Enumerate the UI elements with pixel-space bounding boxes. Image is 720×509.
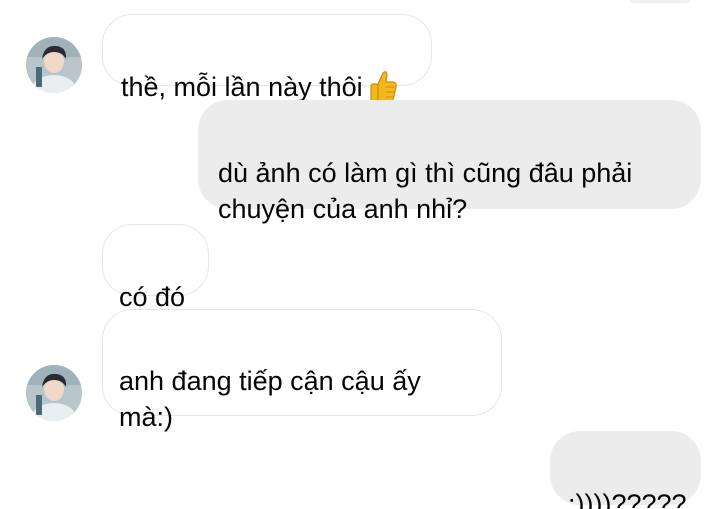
message-bubble-incoming[interactable]: anh đang tiếp cận cậu ấy mà:) (102, 309, 502, 432)
contact-avatar[interactable] (26, 37, 82, 93)
message-text: thề, mỗi lần này thôi (121, 72, 363, 102)
previous-message-edge (630, 0, 690, 3)
message-text: có đó (119, 282, 186, 312)
message-text: dù ảnh có làm gì thì cũng đâu phải chuyệ… (218, 158, 633, 224)
message-bubble-incoming[interactable]: thề, mỗi lần này thôi (102, 14, 432, 104)
message-bubble-outgoing[interactable]: :))))????? (550, 431, 701, 509)
message-text: :))))????? (568, 489, 687, 509)
contact-avatar[interactable] (26, 365, 82, 421)
chat-thread: thề, mỗi lần này thôi dù ảnh có làm gì t… (0, 0, 720, 509)
message-text: anh đang tiếp cận cậu ấy mà:) (119, 366, 421, 432)
message-bubble-outgoing[interactable]: dù ảnh có làm gì thì cũng đâu phải chuyệ… (198, 100, 701, 224)
message-bubble-incoming[interactable]: có đó (102, 224, 209, 312)
thumbs-up-icon (369, 70, 397, 104)
